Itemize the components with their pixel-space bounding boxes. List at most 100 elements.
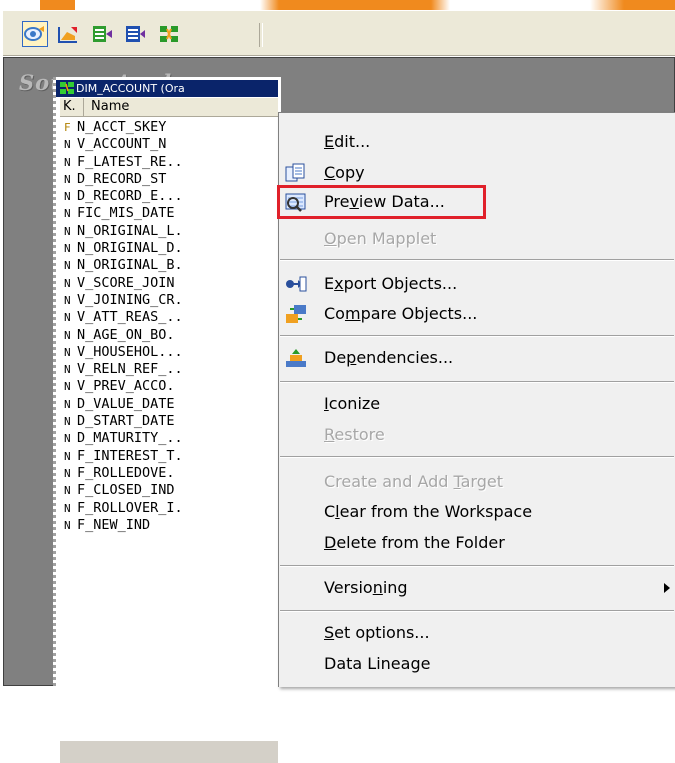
source-port-row[interactable]: N V_SCORE_JOIN xyxy=(60,275,278,292)
source-port-row[interactable]: N D_MATURITY_.. xyxy=(60,430,278,447)
source-port-row[interactable]: N D_VALUE_DATE xyxy=(60,396,278,413)
port-name-cell: F_NEW_IND xyxy=(77,516,151,533)
compare-objects-icon xyxy=(284,303,308,325)
port-name-cell: D_MATURITY_.. xyxy=(77,430,183,447)
menu-item-label: Versioning xyxy=(324,578,408,597)
menu-item-versioning[interactable]: Versioning xyxy=(279,573,675,603)
menu-separator xyxy=(280,381,674,383)
key-type-cell: N xyxy=(64,501,71,515)
menu-item-open-mapplet: Open Mapplet xyxy=(279,224,675,254)
menu-item-clear-from-workspace[interactable]: Clear from the Workspace xyxy=(279,497,675,527)
menu-item-label: Compare Objects... xyxy=(324,304,478,323)
preview-data-icon xyxy=(284,191,308,213)
source-title: DIM_ACCOUNT (Ora xyxy=(76,82,185,95)
menu-item-delete-from-folder[interactable]: Delete from the Folder xyxy=(279,528,675,558)
source-table-icon xyxy=(60,82,74,94)
source-port-row[interactable]: N V_JOINING_CR. xyxy=(60,292,278,309)
menu-item-edit[interactable]: Edit... xyxy=(279,127,675,157)
toolbar-separator xyxy=(259,23,263,47)
port-name-cell: N_ACCT_SKEY xyxy=(77,119,167,135)
transformation-developer-button[interactable] xyxy=(89,21,115,47)
key-type-cell: N xyxy=(64,293,71,307)
menu-item-label: Create and Add Target xyxy=(324,472,503,491)
menu-item-restore: Restore xyxy=(279,420,675,450)
source-definition-object[interactable]: DIM_ACCOUNT (Ora K. Name F N_ACCT_SKEY N V_… xyxy=(53,77,281,763)
source-port-list: F N_ACCT_SKEY N V_ACCOUNT_N N F_LATEST_RE.. N D… xyxy=(60,119,278,534)
menu-item-copy[interactable]: Copy xyxy=(279,158,675,188)
source-port-row[interactable]: N N_ORIGINAL_B. xyxy=(60,257,278,274)
source-port-row[interactable]: N V_RELN_REF_.. xyxy=(60,361,278,378)
source-port-row[interactable]: N D_RECORD_ST xyxy=(60,171,278,188)
submenu-arrow-icon xyxy=(664,583,670,593)
source-horizontal-scrollbar[interactable] xyxy=(60,741,278,763)
key-type-cell: N xyxy=(64,518,71,532)
source-port-row[interactable]: N N_AGE_ON_BO. xyxy=(60,327,278,344)
mapping-designer-button[interactable] xyxy=(156,21,182,47)
key-type-cell: N xyxy=(64,172,71,186)
source-port-row[interactable]: N F_ROLLEDOVE. xyxy=(60,465,278,482)
key-type-cell: N xyxy=(64,484,71,498)
decorative-banner-left xyxy=(0,0,100,10)
menu-item-preview-data[interactable]: Preview Data... xyxy=(277,185,486,219)
source-port-row[interactable]: N D_START_DATE xyxy=(60,413,278,430)
menu-item-set-options[interactable]: Set options... xyxy=(279,618,675,648)
key-type-cell: N xyxy=(64,328,71,342)
key-type-cell: N xyxy=(64,432,71,446)
port-name-cell: FIC_MIS_DATE xyxy=(77,205,175,222)
source-port-row[interactable]: N F_LATEST_RE.. xyxy=(60,154,278,171)
source-port-row[interactable]: N F_NEW_IND xyxy=(60,517,278,534)
source-port-row[interactable]: N N_ORIGINAL_L. xyxy=(60,223,278,240)
source-column-header: K. Name xyxy=(60,98,278,117)
port-name-cell: V_ACCOUNT_N xyxy=(77,136,167,153)
source-port-row[interactable]: N D_RECORD_E... xyxy=(60,188,278,205)
menu-item-label: Clear from the Workspace xyxy=(324,502,533,521)
source-port-row[interactable]: N F_ROLLOVER_I. xyxy=(60,500,278,517)
port-name-cell: N_ORIGINAL_L. xyxy=(77,222,183,239)
source-analyzer-button[interactable] xyxy=(22,21,48,47)
menu-item-label: Restore xyxy=(324,425,385,444)
menu-item-iconize[interactable]: Iconize xyxy=(279,389,675,419)
decorative-banner-right xyxy=(590,0,675,10)
target-designer-icon xyxy=(58,27,77,43)
source-port-row[interactable]: N V_ACCOUNT_N xyxy=(60,136,278,153)
port-name-cell: V_SCORE_JOIN xyxy=(77,274,175,291)
source-port-row[interactable]: F N_ACCT_SKEY xyxy=(60,119,278,136)
context-menu: Edit... Copy Preview Data... Open Mapple… xyxy=(277,112,675,687)
key-type-cell: N xyxy=(64,466,71,480)
key-column-header: K. xyxy=(60,98,84,116)
source-port-row[interactable]: N F_CLOSED_IND xyxy=(60,482,278,499)
menu-item-label: Set options... xyxy=(324,623,430,642)
copy-icon xyxy=(284,162,308,184)
source-port-row[interactable]: N V_PREV_ACCO. xyxy=(60,378,278,395)
menu-item-label: Delete from the Folder xyxy=(324,533,505,552)
key-type-cell: N xyxy=(64,311,71,325)
key-type-cell: N xyxy=(64,345,71,359)
key-type-cell: N xyxy=(64,276,71,290)
port-name-cell: F_ROLLEDOVE. xyxy=(77,464,175,481)
menu-separator xyxy=(280,610,674,612)
menu-item-export-objects[interactable]: Export Objects... xyxy=(279,269,675,299)
source-port-row[interactable]: N FIC_MIS_DATE xyxy=(60,205,278,222)
key-type-cell: N xyxy=(64,155,71,169)
port-name-cell: F_ROLLOVER_I. xyxy=(77,499,183,516)
source-port-row[interactable]: N V_HOUSEHOL... xyxy=(60,344,278,361)
port-name-cell: N_ORIGINAL_D. xyxy=(77,240,183,257)
menu-item-label: Dependencies... xyxy=(324,348,454,367)
menu-item-label: Edit... xyxy=(324,132,371,151)
menu-item-dependencies[interactable]: Dependencies... xyxy=(279,343,675,373)
menu-item-label: Open Mapplet xyxy=(324,229,437,248)
source-port-row[interactable]: N N_ORIGINAL_D. xyxy=(60,240,278,257)
target-designer-button[interactable] xyxy=(55,21,81,47)
key-type-cell: N xyxy=(64,190,71,204)
source-port-row[interactable]: N F_INTEREST_T. xyxy=(60,448,278,465)
key-type-cell: N xyxy=(64,449,71,463)
menu-item-compare-objects[interactable]: Compare Objects... xyxy=(279,299,675,329)
port-name-cell: D_VALUE_DATE xyxy=(77,395,175,412)
mapping-designer-icon xyxy=(160,26,178,42)
designer-toolbar xyxy=(3,10,675,56)
mapplet-designer-button[interactable] xyxy=(122,21,148,47)
source-port-row[interactable]: N V_ATT_REAS_.. xyxy=(60,309,278,326)
port-name-cell: N_ORIGINAL_B. xyxy=(77,257,183,274)
source-title-bar[interactable]: DIM_ACCOUNT (Ora xyxy=(56,80,278,97)
menu-item-data-lineage[interactable]: Data Lineage xyxy=(279,649,675,679)
